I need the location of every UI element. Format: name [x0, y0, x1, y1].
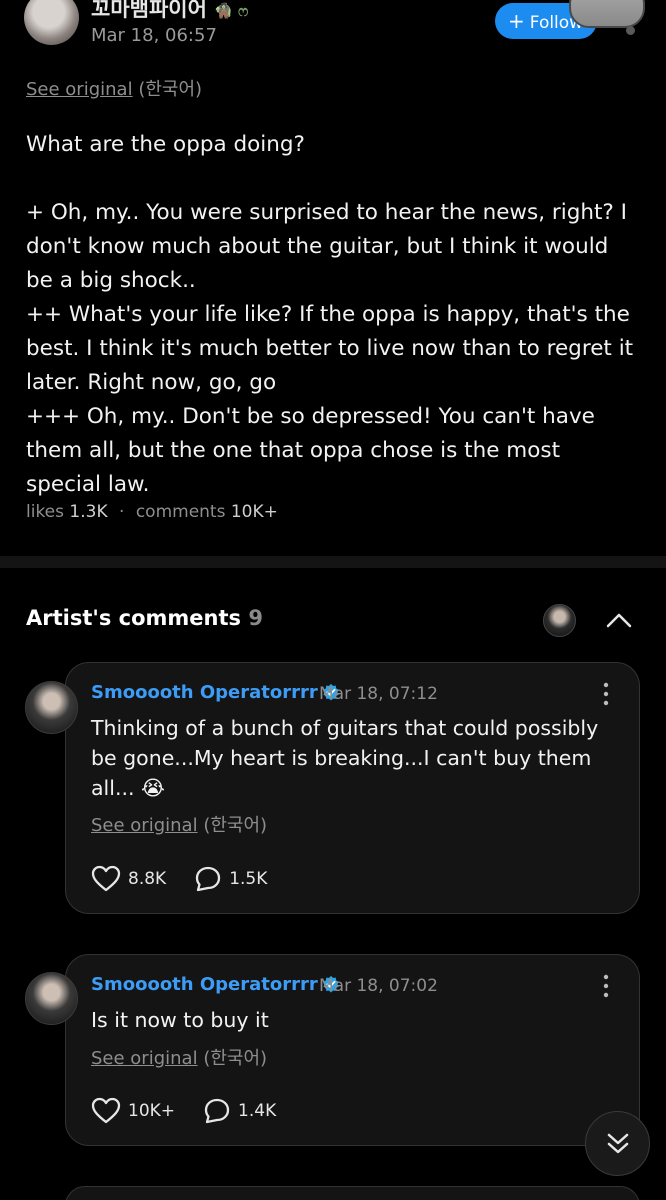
comment-author-avatar[interactable] [25, 681, 78, 734]
post-see-original: See original (한국어) [26, 75, 202, 101]
speech-bubble-icon [196, 866, 221, 892]
comment-timestamp: Mar 18, 07:02 [319, 976, 438, 996]
post-timestamp: Mar 18, 06:57 [91, 25, 217, 46]
artist-comments-label: Artist's comments [26, 606, 241, 630]
see-original-link[interactable]: See original [91, 1048, 198, 1069]
reply-count: 1.4K [238, 1101, 277, 1121]
comment-text: Thinking of a bunch of guitars that coul… [91, 716, 599, 800]
comments-count: 10K+ [230, 502, 278, 522]
post-stats: likes 1.3K · comments 10K+ [26, 502, 278, 522]
post-body-line: ++ What's your life like? If the oppa is… [26, 302, 634, 395]
post-body-line: What are the oppa doing? [26, 132, 305, 157]
reply-button[interactable]: 1.5K [194, 865, 267, 893]
post-author-name[interactable]: 꼬마뱀파이어 🧌 ෆ [91, 0, 248, 23]
double-chevron-down-icon [607, 1133, 628, 1153]
see-original-link[interactable]: See original [91, 815, 198, 836]
artist-comments-title: Artist's comments 9 [26, 606, 263, 630]
plus-icon: + [508, 9, 525, 33]
more-vertical-icon[interactable] [599, 973, 613, 999]
post-author-label: 꼬마뱀파이어 [91, 0, 207, 21]
scroll-down-button[interactable] [585, 1111, 650, 1176]
more-vertical-icon[interactable] [599, 681, 613, 707]
like-count: 8.8K [128, 869, 167, 889]
artist-avatar[interactable] [543, 604, 576, 637]
like-button[interactable]: 10K+ [91, 1097, 175, 1125]
speech-bubble-icon [204, 1098, 230, 1124]
artist-comments-count: 9 [248, 606, 263, 630]
comments-label: comments [135, 502, 226, 522]
post-author-avatar[interactable] [24, 0, 79, 45]
see-original-link[interactable]: See original [26, 79, 133, 100]
comment-author-name: Smooooth Operatorrrr [91, 974, 318, 995]
like-button[interactable]: 8.8K [91, 865, 166, 893]
comment-author-avatar[interactable] [25, 972, 78, 1025]
comment-see-original: See original (한국어) [91, 811, 267, 837]
stats-separator: · [119, 502, 125, 522]
comment-see-original: See original (한국어) [91, 1044, 267, 1070]
post-author-badge: 🧌 ෆ [214, 2, 249, 20]
post-body-line: + Oh, my.. You were surprised to hear th… [26, 200, 627, 293]
heart-icon [91, 865, 121, 892]
comment-author[interactable]: Smooooth Operatorrrr [91, 974, 340, 995]
chevron-up-icon[interactable] [604, 606, 634, 634]
heart-icon [91, 1097, 121, 1124]
comment-text: Is it now to buy it [91, 1008, 269, 1032]
likes-count: 1.3K [69, 502, 108, 522]
comment-author-name: Smooooth Operatorrrr [91, 682, 318, 703]
comment-actions: 10K+ 1.4K [91, 1096, 304, 1126]
original-language: (한국어) [203, 1048, 268, 1069]
like-count: 10K+ [128, 1101, 176, 1121]
comment-actions: 8.8K 1.5K [91, 864, 295, 894]
comment-author[interactable]: Smooooth Operatorrrr [91, 682, 340, 703]
reply-count: 1.5K [229, 869, 268, 889]
post-header: 꼬마뱀파이어 🧌 ෆ Mar 18, 06:57 + Follow [0, 0, 666, 60]
section-divider [0, 556, 666, 568]
floating-indicator-dot [626, 26, 635, 35]
post-body-line: +++ Oh, my.. Don't be so depressed! You … [26, 404, 595, 497]
comment-timestamp: Mar 18, 07:12 [319, 684, 438, 704]
likes-label: likes [26, 502, 65, 522]
reply-button[interactable]: 1.4K [203, 1097, 276, 1125]
original-language: (한국어) [203, 815, 268, 836]
original-language: (한국어) [138, 79, 203, 100]
post-body: What are the oppa doing? + Oh, my.. You … [26, 128, 636, 502]
floating-action-button[interactable] [569, 0, 645, 28]
post-body-gap [26, 162, 636, 196]
comment-card [65, 1186, 640, 1200]
